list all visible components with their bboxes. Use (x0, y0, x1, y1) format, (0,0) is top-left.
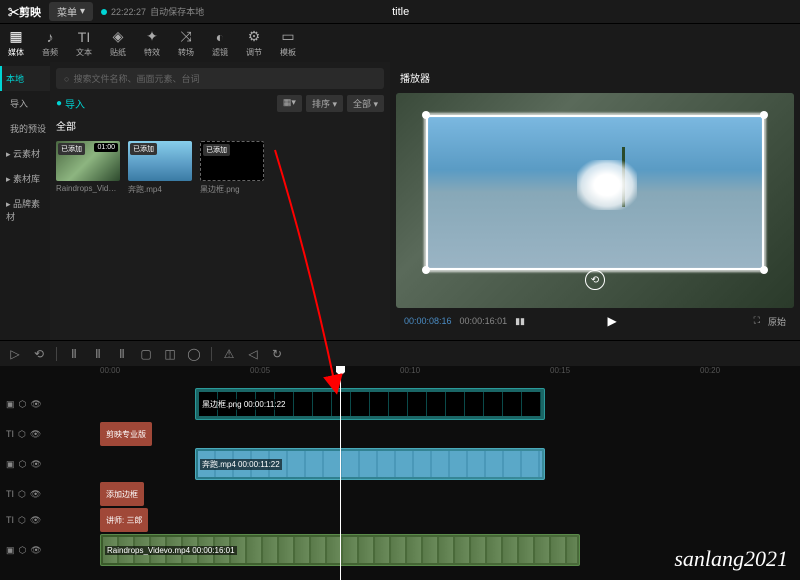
app-logo: ✂剪映 (8, 4, 41, 20)
filter-button[interactable]: 全部 ▾ (347, 95, 384, 112)
time-duration: 00:00:16:01 (460, 316, 508, 326)
playhead[interactable] (340, 366, 341, 580)
main-toolbar: ▦媒体 ♪音频 TI文本 ◈贴纸 ✦特效 ⤨转场 ◐滤镜 ⚙调节 ▭模板 (0, 24, 800, 62)
import-button[interactable]: ● 导入 (56, 96, 85, 111)
track-head[interactable]: ▣ ⬡👁 (0, 399, 60, 410)
timeline-clip-video[interactable]: 奔跑.mp4 00:00:11:22 (195, 448, 545, 480)
menu-button[interactable]: 菜单 ▾ (49, 2, 93, 21)
media-sidebar: 本地 导入 我的预设 ▸ 云素材 ▸ 素材库 ▸ 品牌素材 (0, 62, 50, 340)
selection-frame[interactable] (426, 115, 764, 270)
track-head[interactable]: TI⬡👁 (0, 429, 60, 440)
track-head[interactable]: TI⬡👁 (0, 515, 60, 526)
mirror-tool[interactable]: ◁ (246, 347, 260, 361)
transition-icon: ⤨ (178, 29, 194, 45)
timeline-toolbar: ▷ ⟲ Ⅱ Ⅱ Ⅱ ▢ ◫ ◯ ⚠ ◁ ↻ (0, 340, 800, 366)
template-icon: ▭ (280, 29, 296, 45)
resize-handle[interactable] (760, 266, 768, 274)
resize-handle[interactable] (422, 266, 430, 274)
resize-handle[interactable] (422, 111, 430, 119)
sidebar-item-preset[interactable]: 我的预设 (0, 116, 50, 141)
fullscreen-button[interactable]: ⛶ (754, 315, 760, 328)
search-input[interactable]: ○搜索文件名称、画面元素、台词 (56, 68, 384, 89)
preview-viewport[interactable]: ⟲ (396, 93, 794, 308)
media-thumb[interactable]: 已添加 黑边框.png (200, 141, 264, 195)
watermark: sanlang2021 (674, 546, 788, 572)
timeline-text-clip[interactable]: 添加边框 (100, 482, 144, 506)
ratio-button[interactable]: 原始 (768, 315, 786, 328)
sidebar-item-local[interactable]: 本地 (0, 66, 50, 91)
filter-icon: ◐ (212, 29, 228, 45)
tool-text[interactable]: TI文本 (76, 29, 92, 58)
tool-filter[interactable]: ◐滤镜 (212, 29, 228, 58)
sidebar-item-cloud[interactable]: ▸ 云素材 (0, 141, 50, 166)
tool-template[interactable]: ▭模板 (280, 29, 296, 58)
visibility-icon[interactable]: ⬡ (19, 399, 27, 410)
tool-sticker[interactable]: ◈贴纸 (110, 29, 126, 58)
adjust-icon: ⚙ (246, 29, 262, 45)
view-toggle[interactable]: ▦▾ (277, 95, 302, 112)
timeline-text-clip[interactable]: 讲师: 三郎 (100, 508, 148, 532)
timeline-ruler[interactable]: 00:00 00:05 00:10 00:15 00:20 (60, 366, 800, 384)
autosave-status: 22:22:27 自动保存本地 (101, 5, 204, 18)
lock-icon[interactable]: ▣ (6, 399, 15, 410)
tab-all[interactable]: 全部 (56, 118, 384, 133)
time-current: 00:00:08:16 (404, 316, 452, 326)
freeze-tool[interactable]: ⚠ (222, 347, 236, 361)
audio-icon: ♪ (42, 29, 58, 45)
reset-transform-button[interactable]: ⟲ (585, 270, 605, 290)
timeline-text-clip[interactable]: 剪映专业版 (100, 422, 152, 446)
media-thumb[interactable]: 已添加01:00 Raindrops_Videvo.mp4 (56, 141, 120, 195)
tool-audio[interactable]: ♪音频 (42, 29, 58, 58)
search-icon: ○ (64, 74, 69, 84)
track-head[interactable]: ▣⬡👁 (0, 545, 60, 556)
play-button[interactable]: ▶ (608, 314, 617, 328)
sidebar-item-brand[interactable]: ▸ 品牌素材 (0, 191, 50, 229)
timeline-clip-border[interactable]: 黑边框.png 00:00:11:22 (195, 388, 545, 420)
select-tool[interactable]: ▷ (8, 347, 22, 361)
record-tool[interactable]: ◯ (187, 347, 201, 361)
track-head[interactable]: ▣⬡👁 (0, 459, 60, 470)
tool-effect[interactable]: ✦特效 (144, 29, 160, 58)
tool-adjust[interactable]: ⚙调节 (246, 29, 262, 58)
resize-handle[interactable] (760, 111, 768, 119)
sidebar-item-import[interactable]: 导入 (0, 91, 50, 116)
track-head[interactable]: TI⬡👁 (0, 489, 60, 500)
effect-icon: ✦ (144, 29, 160, 45)
scrub-indicator[interactable]: ▮▮ (515, 316, 535, 327)
media-thumb[interactable]: 已添加 奔跑.mp4 (128, 141, 192, 195)
split-tool[interactable]: Ⅱ (67, 347, 81, 361)
media-icon: ▦ (8, 29, 24, 45)
split-right[interactable]: Ⅱ (115, 347, 129, 361)
player-title: 播放器 (396, 68, 794, 87)
sidebar-item-library[interactable]: ▸ 素材库 (0, 166, 50, 191)
crop-tool[interactable]: ◫ (163, 347, 177, 361)
rotate-tool[interactable]: ↻ (270, 347, 284, 361)
split-left[interactable]: Ⅱ (91, 347, 105, 361)
sort-button[interactable]: 排序 ▾ (306, 95, 343, 112)
cut-tool[interactable]: ⟲ (32, 347, 46, 361)
tool-media[interactable]: ▦媒体 (8, 29, 24, 58)
delete-tool[interactable]: ▢ (139, 347, 153, 361)
tool-transition[interactable]: ⤨转场 (178, 29, 194, 58)
sticker-icon: ◈ (110, 29, 126, 45)
text-icon: TI (76, 29, 92, 45)
project-title: title (392, 6, 409, 18)
mute-icon[interactable]: 👁 (30, 399, 41, 410)
